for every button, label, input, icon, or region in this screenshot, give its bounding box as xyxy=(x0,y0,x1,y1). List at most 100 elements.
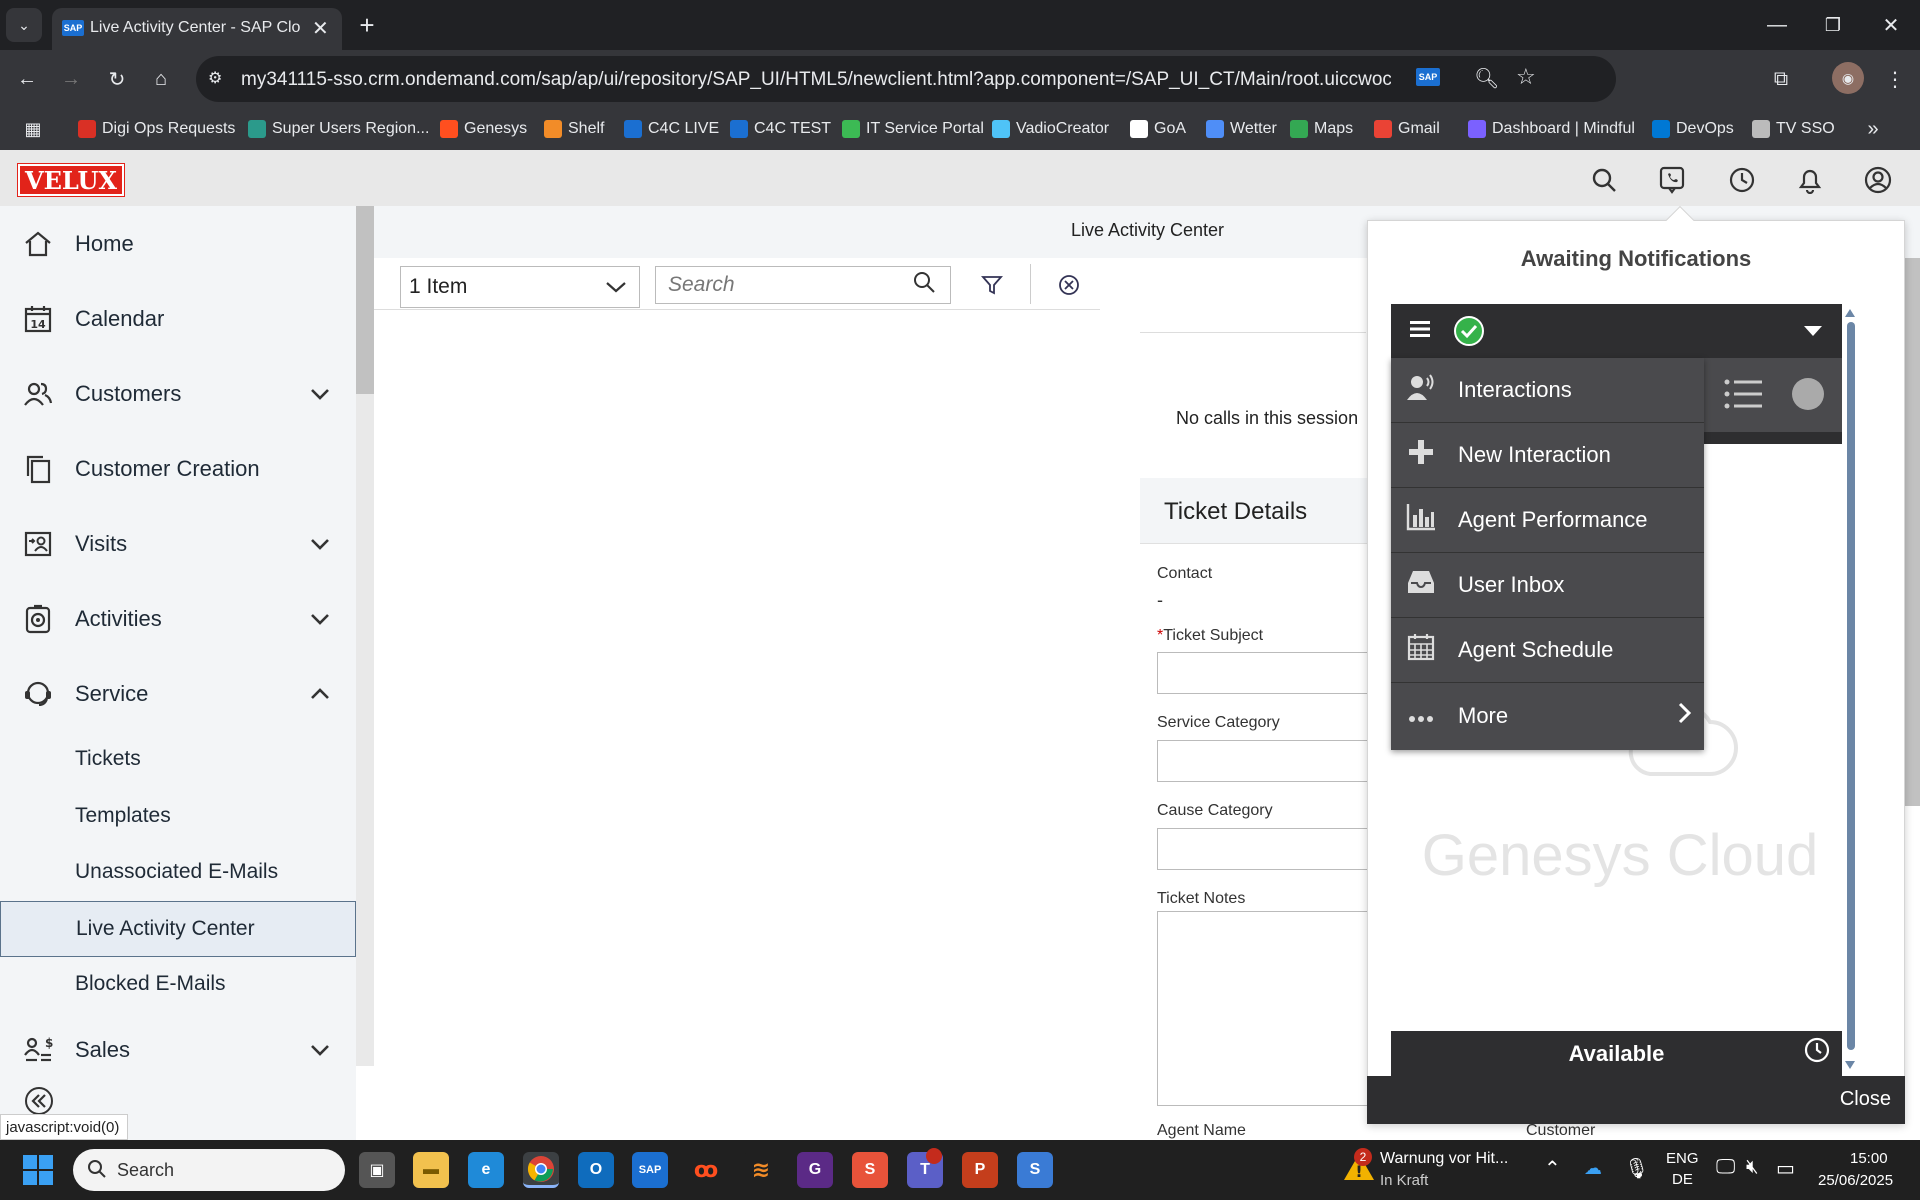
apps-grid-icon[interactable]: ▦ xyxy=(18,114,48,144)
sidebar-subitem-live-activity-center[interactable]: Live Activity Center xyxy=(0,901,356,957)
hamburger-menu-icon[interactable] xyxy=(1409,318,1431,345)
sidebar-item-customers[interactable]: Customers xyxy=(0,366,356,422)
chrome-browser-icon[interactable] xyxy=(523,1152,559,1188)
site-settings-icon[interactable]: ⚙ xyxy=(208,68,222,88)
sidebar-subitem-tickets[interactable]: Tickets xyxy=(0,735,356,783)
powerpoint-app-icon[interactable]: P xyxy=(962,1152,998,1188)
bookmark-item[interactable]: Gmail xyxy=(1374,108,1440,150)
file-explorer-icon[interactable]: ▬ xyxy=(413,1152,449,1188)
dropdown-caret-icon[interactable] xyxy=(1803,324,1823,342)
scroll-down-icon[interactable] xyxy=(1844,1060,1856,1070)
menu-item-agent-schedule[interactable]: Agent Schedule xyxy=(1391,618,1704,683)
bookmark-item[interactable]: Super Users Region... xyxy=(248,108,429,150)
ticket-subject-input[interactable] xyxy=(1157,652,1377,694)
presence-status-bar[interactable]: Available xyxy=(1391,1031,1842,1076)
snagit-app-icon[interactable]: S xyxy=(852,1152,888,1188)
reload-icon[interactable]: ↻ xyxy=(102,64,132,94)
sidebar-item-calendar[interactable]: 14 Calendar xyxy=(0,291,356,347)
bookmark-item[interactable]: Maps xyxy=(1290,108,1353,150)
sidebar-item-customer-creation[interactable]: Customer Creation xyxy=(0,441,356,497)
chevron-up-icon[interactable] xyxy=(310,684,330,705)
sidebar-item-home[interactable]: Home xyxy=(0,216,356,272)
presence-dot-icon[interactable] xyxy=(1792,378,1824,410)
goa-app-icon[interactable]: G xyxy=(797,1152,833,1188)
battery-icon[interactable]: ▭ xyxy=(1776,1156,1795,1181)
sap-extension-icon[interactable]: SAP xyxy=(1416,68,1440,86)
bookmark-item[interactable]: Digi Ops Requests xyxy=(78,108,235,150)
clock-time[interactable]: 15:00 xyxy=(1850,1150,1888,1167)
tray-expand-chevron-icon[interactable]: ⌃ xyxy=(1544,1156,1561,1181)
bookmark-item[interactable]: Shelf xyxy=(544,108,604,150)
back-arrow-icon[interactable]: ← xyxy=(12,64,42,94)
extensions-puzzle-icon[interactable]: ⧉ xyxy=(1766,64,1796,94)
menu-item-interactions[interactable]: Interactions xyxy=(1391,358,1704,423)
menu-item-agent-performance[interactable]: Agent Performance xyxy=(1391,488,1704,553)
skype-app-icon[interactable]: S xyxy=(1017,1152,1053,1188)
main-scrollbar[interactable] xyxy=(1905,258,1920,1138)
shelf-app-icon[interactable]: ≋ xyxy=(743,1152,779,1188)
sidebar-subitem-unassociated-emails[interactable]: Unassociated E-Mails xyxy=(0,848,356,896)
available-status-check-icon[interactable] xyxy=(1453,315,1485,352)
forward-arrow-icon[interactable]: → xyxy=(56,64,86,94)
bookmark-item[interactable]: Wetter xyxy=(1206,108,1277,150)
menu-item-user-inbox[interactable]: User Inbox xyxy=(1391,553,1704,618)
bookmark-item[interactable]: C4C LIVE xyxy=(624,108,719,150)
menu-item-more[interactable]: More xyxy=(1391,683,1704,748)
filter-icon[interactable] xyxy=(977,270,1007,300)
item-count-dropdown[interactable]: 1 Item xyxy=(400,266,640,308)
taskbar-search-input[interactable]: Search xyxy=(73,1149,345,1191)
user-profile-icon[interactable] xyxy=(1862,164,1894,196)
sap-app-icon[interactable]: SAP xyxy=(632,1152,668,1188)
recent-clock-icon[interactable] xyxy=(1726,164,1758,196)
bookmark-item[interactable]: Genesys xyxy=(440,108,527,150)
bookmark-item[interactable]: IT Service Portal xyxy=(842,108,984,150)
search-icon[interactable] xyxy=(912,270,936,300)
close-button[interactable]: Close xyxy=(1840,1088,1891,1111)
window-minimize-icon[interactable]: — xyxy=(1762,10,1792,40)
zoom-icon[interactable]: 🔍︎ xyxy=(1474,66,1499,91)
bookmark-star-icon[interactable]: ☆ xyxy=(1516,64,1536,90)
sidebar-item-sales[interactable]: $ Sales xyxy=(0,1022,356,1078)
menu-item-new-interaction[interactable]: New Interaction xyxy=(1391,423,1704,488)
task-view-icon[interactable]: ▣ xyxy=(359,1152,395,1188)
onedrive-cloud-icon[interactable]: ☁ xyxy=(1584,1158,1602,1179)
list-view-icon[interactable] xyxy=(1724,378,1764,415)
network-icon[interactable]: 🖵︎ xyxy=(1716,1156,1735,1179)
search-icon[interactable] xyxy=(1588,164,1620,196)
sidebar-subitem-blocked-emails[interactable]: Blocked E-Mails xyxy=(0,960,356,1008)
tab-search-chevron-icon[interactable]: ⌄ xyxy=(6,8,42,42)
scroll-up-icon[interactable] xyxy=(1844,308,1856,318)
bookmark-item[interactable]: DevOps xyxy=(1652,108,1734,150)
genesys-scrollbar-thumb[interactable] xyxy=(1847,322,1855,1050)
status-clock-icon[interactable] xyxy=(1804,1037,1830,1070)
bookmark-item[interactable]: C4C TEST xyxy=(730,108,831,150)
tab-close-icon[interactable]: ✕ xyxy=(312,16,329,41)
cause-category-input[interactable] xyxy=(1157,828,1377,870)
chevron-down-icon[interactable] xyxy=(310,534,330,555)
bookmark-item[interactable]: Dashboard | Mindful xyxy=(1468,108,1635,150)
search-input[interactable]: Search xyxy=(655,266,951,304)
chevron-down-icon[interactable] xyxy=(310,1040,330,1061)
sidebar-scrollbar[interactable] xyxy=(356,206,374,1066)
browser-menu-icon[interactable]: ⋮ xyxy=(1880,64,1910,94)
chevron-down-icon[interactable] xyxy=(310,609,330,630)
bookmark-item[interactable]: VadioCreator xyxy=(992,108,1109,150)
language-code[interactable]: ENG xyxy=(1666,1150,1699,1167)
new-tab-plus-icon[interactable]: + xyxy=(352,10,382,40)
window-restore-icon[interactable]: ❐ xyxy=(1818,10,1848,40)
windows-start-icon[interactable] xyxy=(22,1154,54,1191)
volume-muted-icon[interactable]: 🔇︎ xyxy=(1746,1156,1759,1179)
home-browser-icon[interactable]: ⌂ xyxy=(146,64,176,94)
browser-tab-active[interactable]: SAP Live Activity Center - SAP Cloud ✕ xyxy=(52,8,342,50)
sidebar-item-visits[interactable]: Visits xyxy=(0,516,356,572)
live-activity-icon[interactable] xyxy=(1656,164,1688,196)
genesys-app-icon[interactable]: ꝏ xyxy=(688,1152,724,1188)
bookmark-item[interactable]: GoA xyxy=(1130,108,1186,150)
edge-browser-icon[interactable]: e xyxy=(468,1152,504,1188)
clear-filter-icon[interactable] xyxy=(1054,270,1084,300)
genesys-scrollbar[interactable] xyxy=(1844,308,1856,1072)
service-category-input[interactable] xyxy=(1157,740,1377,782)
chevron-down-icon[interactable] xyxy=(310,384,330,405)
sidebar-item-service[interactable]: Service xyxy=(0,666,356,722)
profile-avatar[interactable]: ◉ xyxy=(1832,62,1864,94)
